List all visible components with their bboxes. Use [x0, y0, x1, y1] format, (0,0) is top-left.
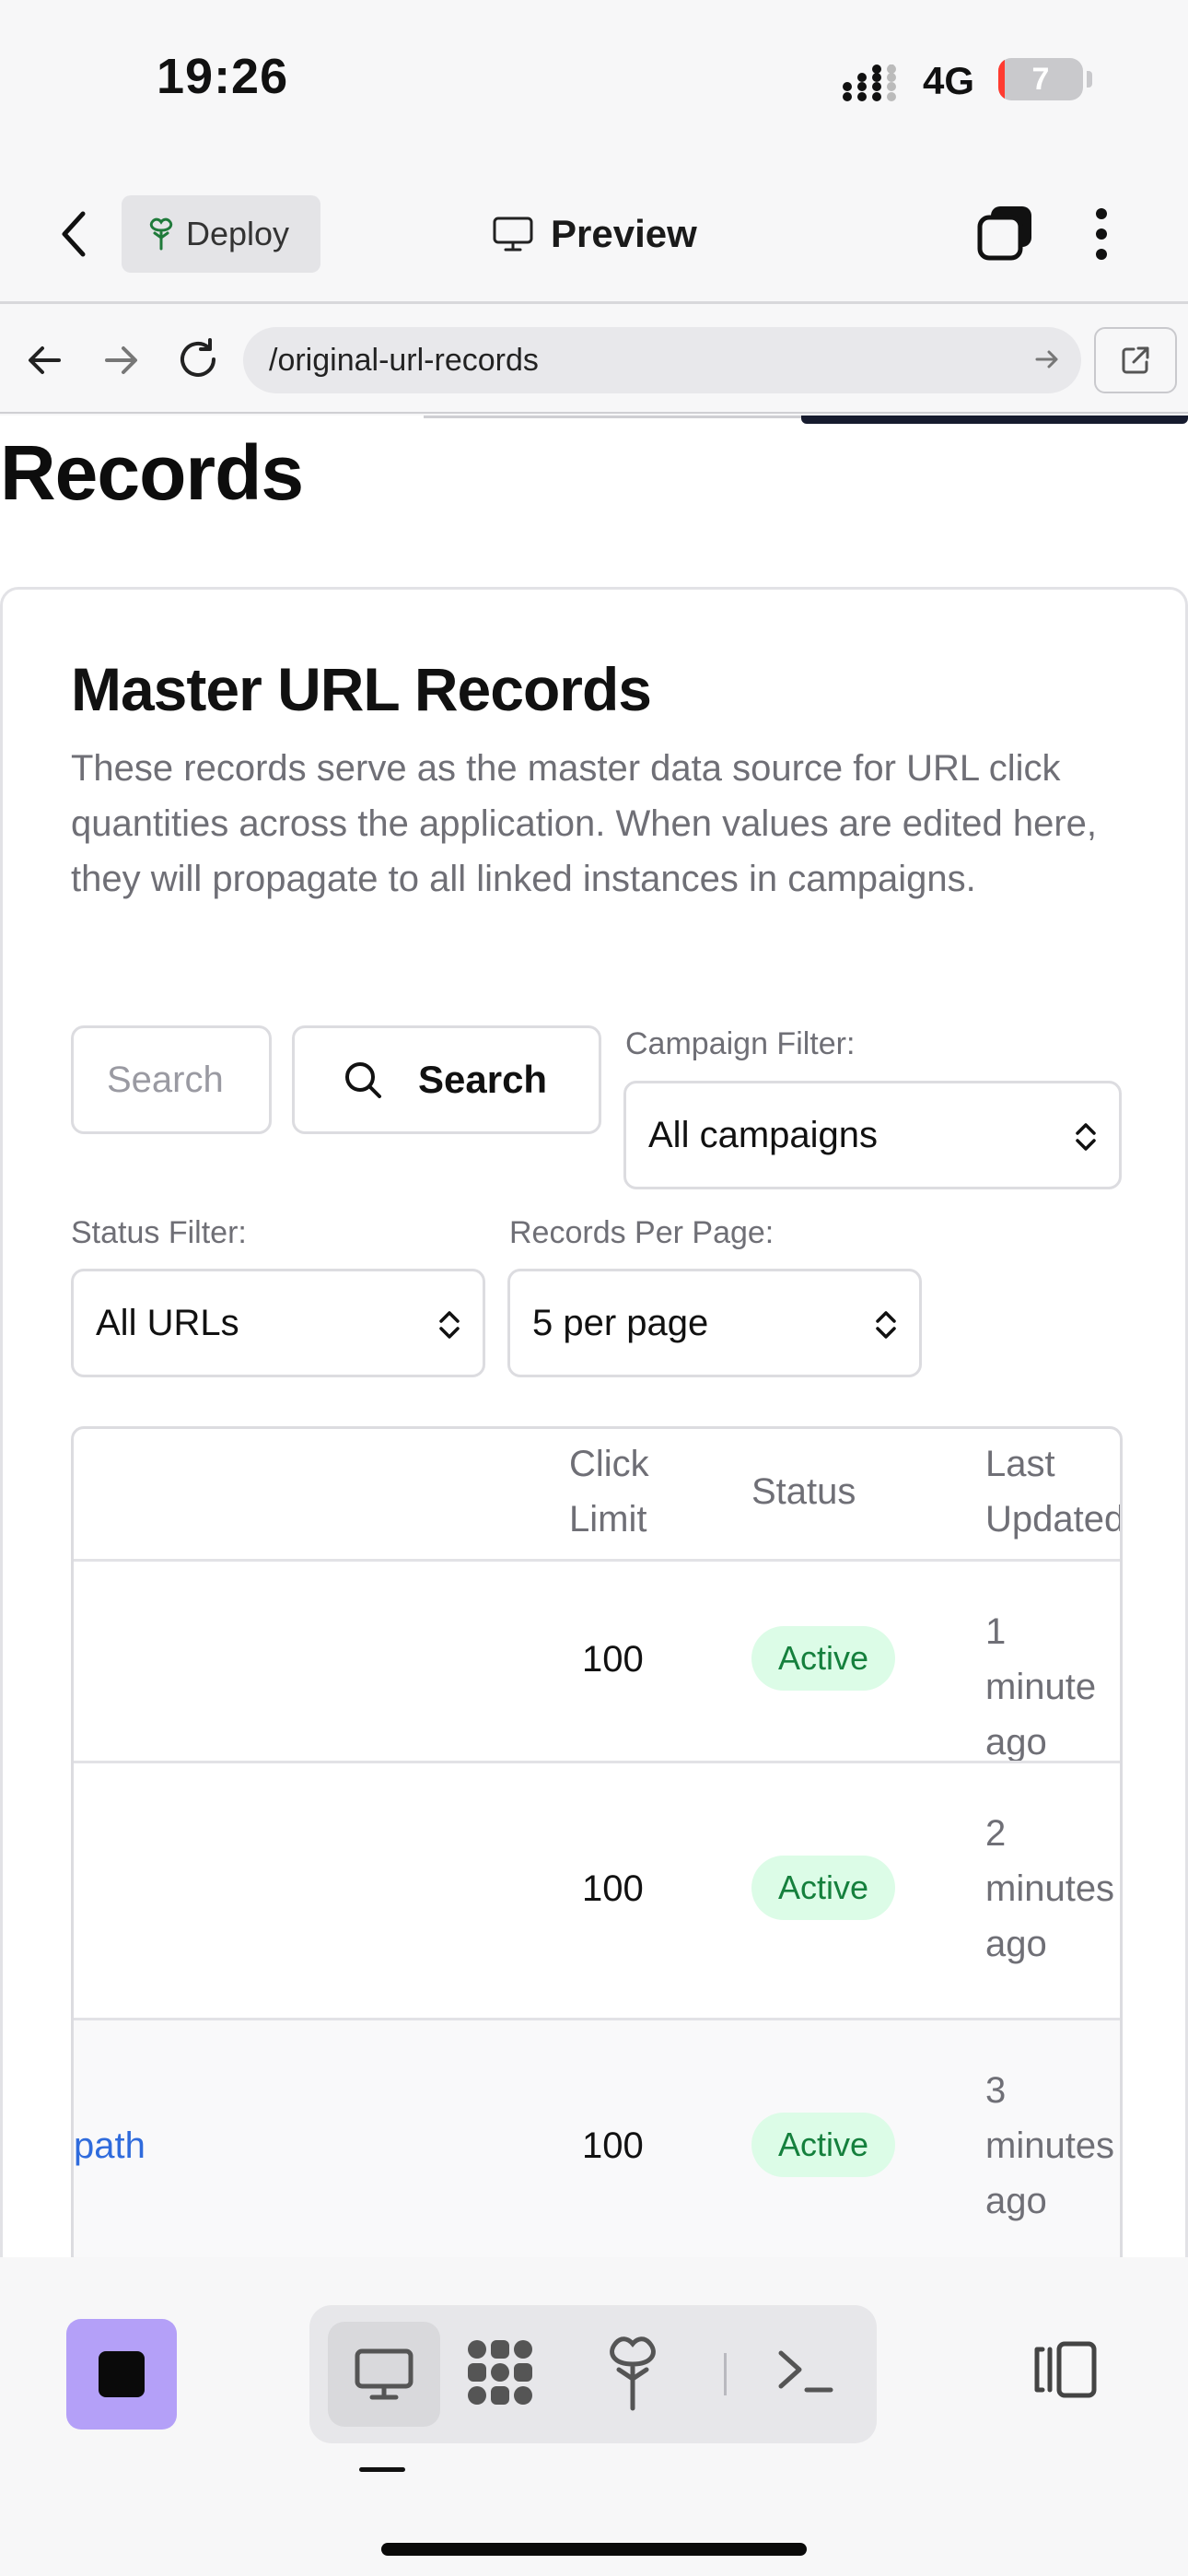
stop-icon	[99, 2351, 145, 2397]
status-filter-select[interactable]: All URLs	[71, 1269, 485, 1377]
click-limit-cell[interactable]: 100	[582, 1639, 644, 1680]
terminal-icon[interactable]	[774, 2338, 838, 2403]
tabs-icon[interactable]	[976, 205, 1033, 262]
search-button-label: Search	[418, 1058, 548, 1101]
card-description: These records serve as the master data s…	[71, 748, 1098, 899]
status-bar: 19:26 4G 7	[0, 0, 1188, 157]
column-header-status[interactable]: Status	[751, 1464, 856, 1519]
last-updated-cell: 1 minute ago	[985, 1611, 1097, 1762]
preview-tab[interactable]: Preview	[492, 205, 697, 263]
more-vertical-icon[interactable]	[1092, 206, 1111, 262]
battery-icon: 7	[998, 58, 1083, 100]
search-icon	[345, 1062, 381, 1098]
last-updated-cell: 2 minutes ago	[985, 1813, 1115, 1964]
monitor-icon	[493, 217, 533, 252]
column-header-last-updated[interactable]: Last Updated	[985, 1436, 1120, 1547]
deploy-label: Deploy	[186, 215, 290, 252]
split-view-icon[interactable]	[1030, 2340, 1100, 2399]
external-link-icon	[1122, 346, 1149, 374]
status-filter-value: All URLs	[96, 1302, 239, 1343]
records-table: Click Limit Status Last Updated 100 Acti…	[71, 1426, 1123, 2257]
page-heading: Records	[0, 429, 304, 516]
url-text: /original-url-records	[269, 342, 539, 378]
toolbar-divider	[724, 2353, 727, 2395]
reload-icon[interactable]	[175, 336, 221, 382]
deploy-tree-icon	[149, 217, 173, 251]
campaign-filter-label: Campaign Filter:	[625, 1026, 856, 1061]
stop-button[interactable]	[66, 2319, 177, 2430]
click-limit-cell[interactable]: 100	[582, 2125, 644, 2167]
records-per-page-value: 5 per page	[532, 1302, 709, 1343]
browser-url-bar: /original-url-records	[0, 307, 1188, 414]
table-row[interactable]: 100 Active 1 minute ago	[74, 1562, 1120, 1762]
status-badge: Active	[751, 1856, 895, 1920]
status-time: 19:26	[157, 49, 289, 104]
deploy-tree-icon[interactable]	[604, 2333, 661, 2412]
campaign-filter-select[interactable]: All campaigns	[623, 1081, 1122, 1189]
battery-level-text: 7	[1031, 62, 1050, 97]
search-button[interactable]: Search	[292, 1025, 601, 1134]
arrow-right-icon[interactable]	[101, 340, 142, 381]
monitor-icon	[355, 2348, 413, 2400]
packages-icon[interactable]	[464, 2336, 536, 2408]
web-content: Records Master URL Records These records…	[0, 416, 1188, 2257]
chevron-up-down-icon	[876, 1311, 896, 1339]
tool-switcher	[309, 2305, 877, 2443]
app-top-bar: Deploy Preview	[0, 157, 1188, 304]
preview-tool-button[interactable]	[328, 2322, 440, 2427]
last-updated-cell: 3 minutes ago	[985, 2070, 1115, 2221]
status-badge: Active	[751, 2113, 895, 2177]
battery-cap	[1087, 71, 1092, 88]
chevron-left-icon[interactable]	[57, 208, 94, 260]
arrow-left-icon[interactable]	[24, 340, 64, 381]
url-link[interactable]: path	[74, 2125, 146, 2167]
card-title: Master URL Records	[71, 655, 652, 723]
cut-off-button[interactable]	[801, 416, 1188, 424]
table-row[interactable]: 100 Active 2 minutes ago	[74, 1763, 1120, 2018]
records-card: Master URL Records These records serve a…	[0, 587, 1188, 2257]
table-row[interactable]: path 100 Active 3 minutes ago	[74, 2020, 1120, 2257]
preview-label: Preview	[551, 212, 697, 255]
campaign-filter-value: All campaigns	[648, 1114, 879, 1155]
records-per-page-select[interactable]: 5 per page	[507, 1269, 922, 1377]
status-filter-label: Status Filter:	[71, 1215, 247, 1250]
status-badge: Active	[751, 1626, 895, 1691]
column-header-click-limit[interactable]: Click Limit	[569, 1436, 649, 1547]
records-per-page-label: Records Per Page:	[509, 1215, 775, 1250]
home-indicator[interactable]	[381, 2543, 807, 2556]
url-field[interactable]: /original-url-records	[243, 327, 1081, 393]
cut-off-element	[424, 416, 801, 418]
deploy-button[interactable]: Deploy	[122, 195, 320, 273]
signal-icon	[843, 64, 896, 101]
go-arrow-icon[interactable]	[1033, 345, 1061, 373]
open-external-button[interactable]	[1094, 327, 1177, 393]
search-input[interactable]: Search	[71, 1025, 272, 1134]
bottom-toolbar	[0, 2259, 1188, 2576]
network-type: 4G	[923, 59, 975, 102]
active-tool-indicator	[359, 2467, 405, 2472]
chevron-up-down-icon	[439, 1311, 460, 1339]
click-limit-cell[interactable]: 100	[582, 1868, 644, 1910]
chevron-up-down-icon	[1076, 1123, 1096, 1151]
